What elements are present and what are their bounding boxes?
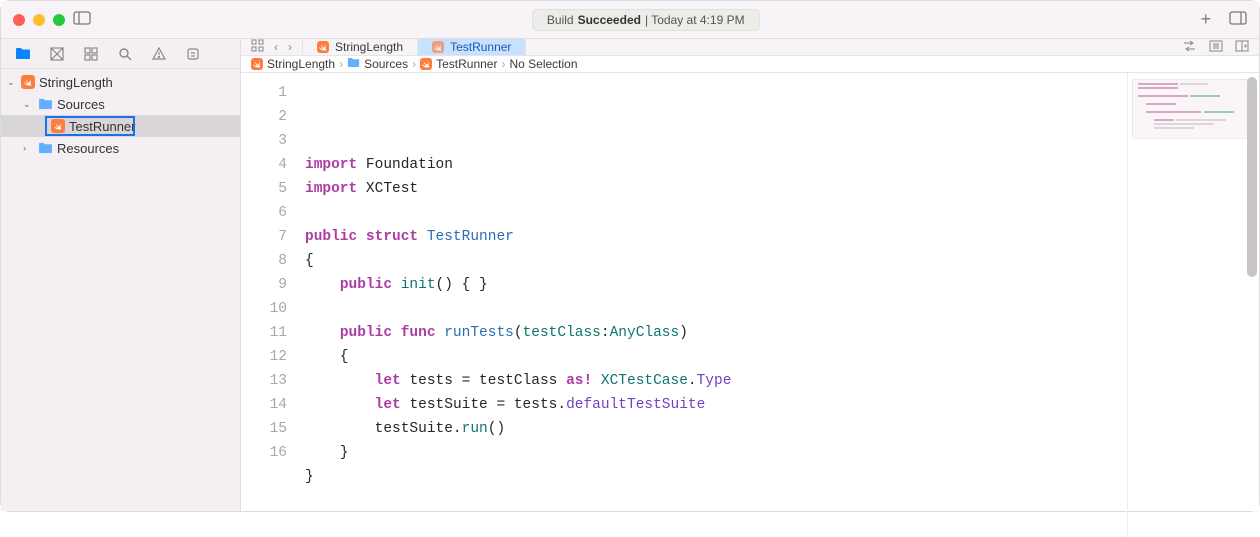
folder-navigator-icon[interactable] <box>15 46 31 62</box>
code-line[interactable]: } <box>305 441 1127 465</box>
titlebar: Build Succeeded | Today at 4:19 PM + <box>1 1 1259 39</box>
tree-resources-row[interactable]: › Resources <box>1 137 240 159</box>
swift-file-icon <box>432 41 444 53</box>
titlebar-right: + <box>1200 9 1247 30</box>
back-icon[interactable]: ‹ <box>274 40 278 54</box>
code-line[interactable]: let testSuite = tests.defaultTestSuite <box>305 393 1127 417</box>
close-icon[interactable] <box>13 14 25 26</box>
code-line[interactable]: import XCTest <box>305 177 1127 201</box>
editor-swap-icon[interactable] <box>1182 40 1197 55</box>
chevron-icon: › <box>501 57 505 71</box>
breadcrumb[interactable]: StringLength › Sources › TestRunner › No… <box>241 56 1259 73</box>
find-navigator-icon[interactable] <box>117 46 133 62</box>
tab-project-label: StringLength <box>335 40 403 54</box>
chevron-icon: › <box>412 57 416 71</box>
crumb-sources[interactable]: Sources <box>347 56 408 72</box>
status-result: Succeeded <box>578 13 641 27</box>
folder-icon <box>37 140 53 156</box>
forward-icon[interactable]: › <box>288 40 292 54</box>
scrollbar-thumb[interactable] <box>1247 77 1257 277</box>
code-area[interactable]: import Foundationimport XCTest public str… <box>297 73 1127 537</box>
code-line[interactable]: let tests = testClass as! XCTestCase.Typ… <box>305 369 1127 393</box>
tab-nav-controls: ‹ › <box>241 39 303 55</box>
editor-pane: ‹ › StringLength TestRunner StringLength <box>241 39 1259 511</box>
add-icon[interactable]: + <box>1200 9 1211 30</box>
code-line[interactable]: public struct TestRunner <box>305 225 1127 249</box>
issue-navigator-icon[interactable] <box>151 46 167 62</box>
tree-file-row-container: TestRunner <box>1 115 240 137</box>
project-navigator: ⌄ StringLength ⌄ Sources TestRunner › Re… <box>1 39 241 511</box>
swift-file-icon <box>251 58 263 70</box>
code-line[interactable]: testSuite.run() <box>305 417 1127 441</box>
swift-file-icon <box>317 41 329 53</box>
tree-project-row[interactable]: ⌄ StringLength <box>1 71 240 93</box>
tab-file-label: TestRunner <box>450 40 511 54</box>
code-line[interactable] <box>305 513 1127 537</box>
tree-resources-label: Resources <box>57 141 119 156</box>
code-editor[interactable]: 12345678910111213141516 import Foundatio… <box>241 73 1259 537</box>
chevron-icon: › <box>339 57 343 71</box>
code-line[interactable]: } <box>305 465 1127 489</box>
code-line[interactable] <box>305 297 1127 321</box>
window-controls <box>13 14 65 26</box>
minimize-icon[interactable] <box>33 14 45 26</box>
disclosure-icon[interactable]: ⌄ <box>7 77 17 88</box>
add-editor-icon[interactable] <box>1235 40 1249 55</box>
file-tree: ⌄ StringLength ⌄ Sources TestRunner › Re… <box>1 69 240 511</box>
code-line[interactable]: { <box>305 249 1127 273</box>
code-line[interactable] <box>305 489 1127 513</box>
line-gutter: 12345678910111213141516 <box>241 73 297 537</box>
code-line[interactable]: { <box>305 345 1127 369</box>
toggle-sidebar-icon[interactable] <box>73 11 91 28</box>
folder-icon <box>347 56 360 72</box>
editor-options <box>1172 39 1259 55</box>
related-items-icon[interactable] <box>251 39 264 55</box>
status-time: | Today at 4:19 PM <box>645 13 745 27</box>
crumb-file[interactable]: TestRunner <box>420 57 497 71</box>
tree-file-row[interactable]: TestRunner <box>45 116 135 136</box>
navigator-selector <box>1 39 240 69</box>
tree-sources-label: Sources <box>57 97 105 112</box>
crumb-project[interactable]: StringLength <box>251 57 335 71</box>
swift-file-icon <box>51 119 65 133</box>
tab-file-active[interactable]: TestRunner <box>418 39 526 55</box>
source-control-icon[interactable] <box>49 46 65 62</box>
test-navigator-icon[interactable] <box>185 46 201 62</box>
swift-project-icon <box>21 75 35 89</box>
crumb-label: Sources <box>364 57 408 71</box>
editor-layout-icon[interactable] <box>1209 40 1223 55</box>
tree-file-label: TestRunner <box>69 119 135 134</box>
tree-project-label: StringLength <box>39 75 113 90</box>
minimap[interactable] <box>1127 73 1259 537</box>
maximize-icon[interactable] <box>53 14 65 26</box>
toggle-right-panel-icon[interactable] <box>1229 11 1247 28</box>
crumb-label: No Selection <box>509 57 577 71</box>
code-line[interactable] <box>305 201 1127 225</box>
symbol-navigator-icon[interactable] <box>83 46 99 62</box>
code-line[interactable]: public func runTests(testClass:AnyClass) <box>305 321 1127 345</box>
code-line[interactable]: import Foundation <box>305 153 1127 177</box>
build-status[interactable]: Build Succeeded | Today at 4:19 PM <box>532 9 760 31</box>
workspace: ⌄ StringLength ⌄ Sources TestRunner › Re… <box>1 39 1259 511</box>
crumb-selection[interactable]: No Selection <box>509 57 577 71</box>
disclosure-icon[interactable]: › <box>23 143 33 153</box>
disclosure-icon[interactable]: ⌄ <box>23 99 33 110</box>
tree-sources-row[interactable]: ⌄ Sources <box>1 93 240 115</box>
folder-icon <box>37 96 53 112</box>
swift-file-icon <box>420 58 432 70</box>
code-line[interactable]: public init() { } <box>305 273 1127 297</box>
status-prefix: Build <box>547 13 574 27</box>
crumb-label: StringLength <box>267 57 335 71</box>
crumb-label: TestRunner <box>436 57 497 71</box>
tab-project[interactable]: StringLength <box>303 39 418 55</box>
tab-bar: ‹ › StringLength TestRunner <box>241 39 1259 56</box>
